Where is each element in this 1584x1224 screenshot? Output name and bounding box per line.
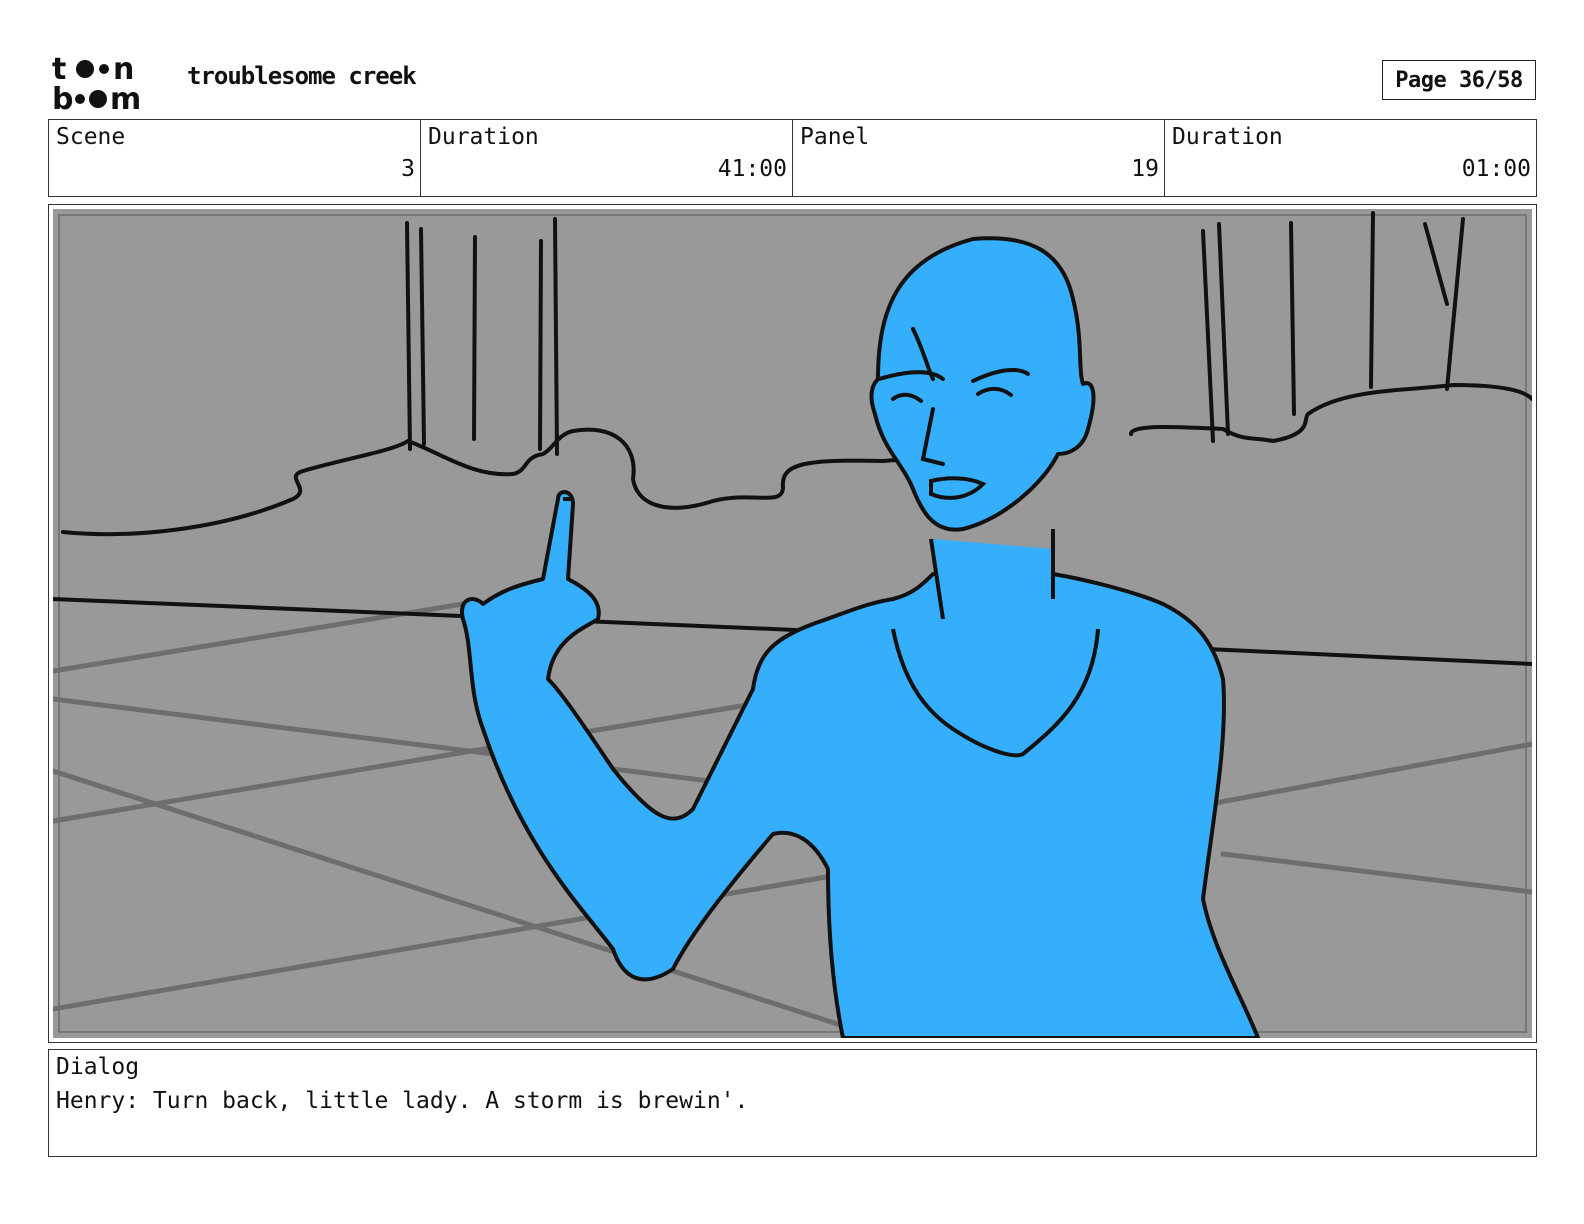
scene-duration-label: Duration: [428, 124, 539, 150]
panel-duration-label: Duration: [1172, 124, 1283, 150]
project-title: troublesome creek: [187, 62, 417, 90]
panel-label: Panel: [800, 124, 870, 150]
dialog-label: Dialog: [56, 1054, 140, 1080]
panel-cell: Panel 19: [793, 120, 1165, 196]
page-indicator: Page 36/58: [1382, 60, 1536, 100]
scene-cell: Scene 3: [49, 120, 421, 196]
svg-text:m: m: [110, 82, 141, 112]
dialog-box: Dialog Henry: Turn back, little lady. A …: [48, 1049, 1537, 1157]
panel-value: 19: [1131, 156, 1159, 182]
panel-duration-value: 01:00: [1461, 156, 1531, 182]
scene-duration-cell: Duration 41:00: [421, 120, 793, 196]
svg-text:b: b: [52, 82, 73, 112]
panel-info-row: Scene 3 Duration 41:00 Panel 19 Duration…: [48, 119, 1537, 197]
panel-sketch: [53, 209, 1532, 1038]
scene-value: 3: [401, 156, 415, 182]
dialog-text: Henry: Turn back, little lady. A storm i…: [56, 1088, 749, 1114]
scene-label: Scene: [56, 124, 126, 150]
scene-duration-value: 41:00: [717, 156, 787, 182]
storyboard-panel: [48, 204, 1537, 1043]
panel-background: [53, 209, 1532, 1038]
toon-boom-logo: t n b m: [52, 52, 141, 112]
panel-duration-cell: Duration 01:00: [1165, 120, 1536, 196]
